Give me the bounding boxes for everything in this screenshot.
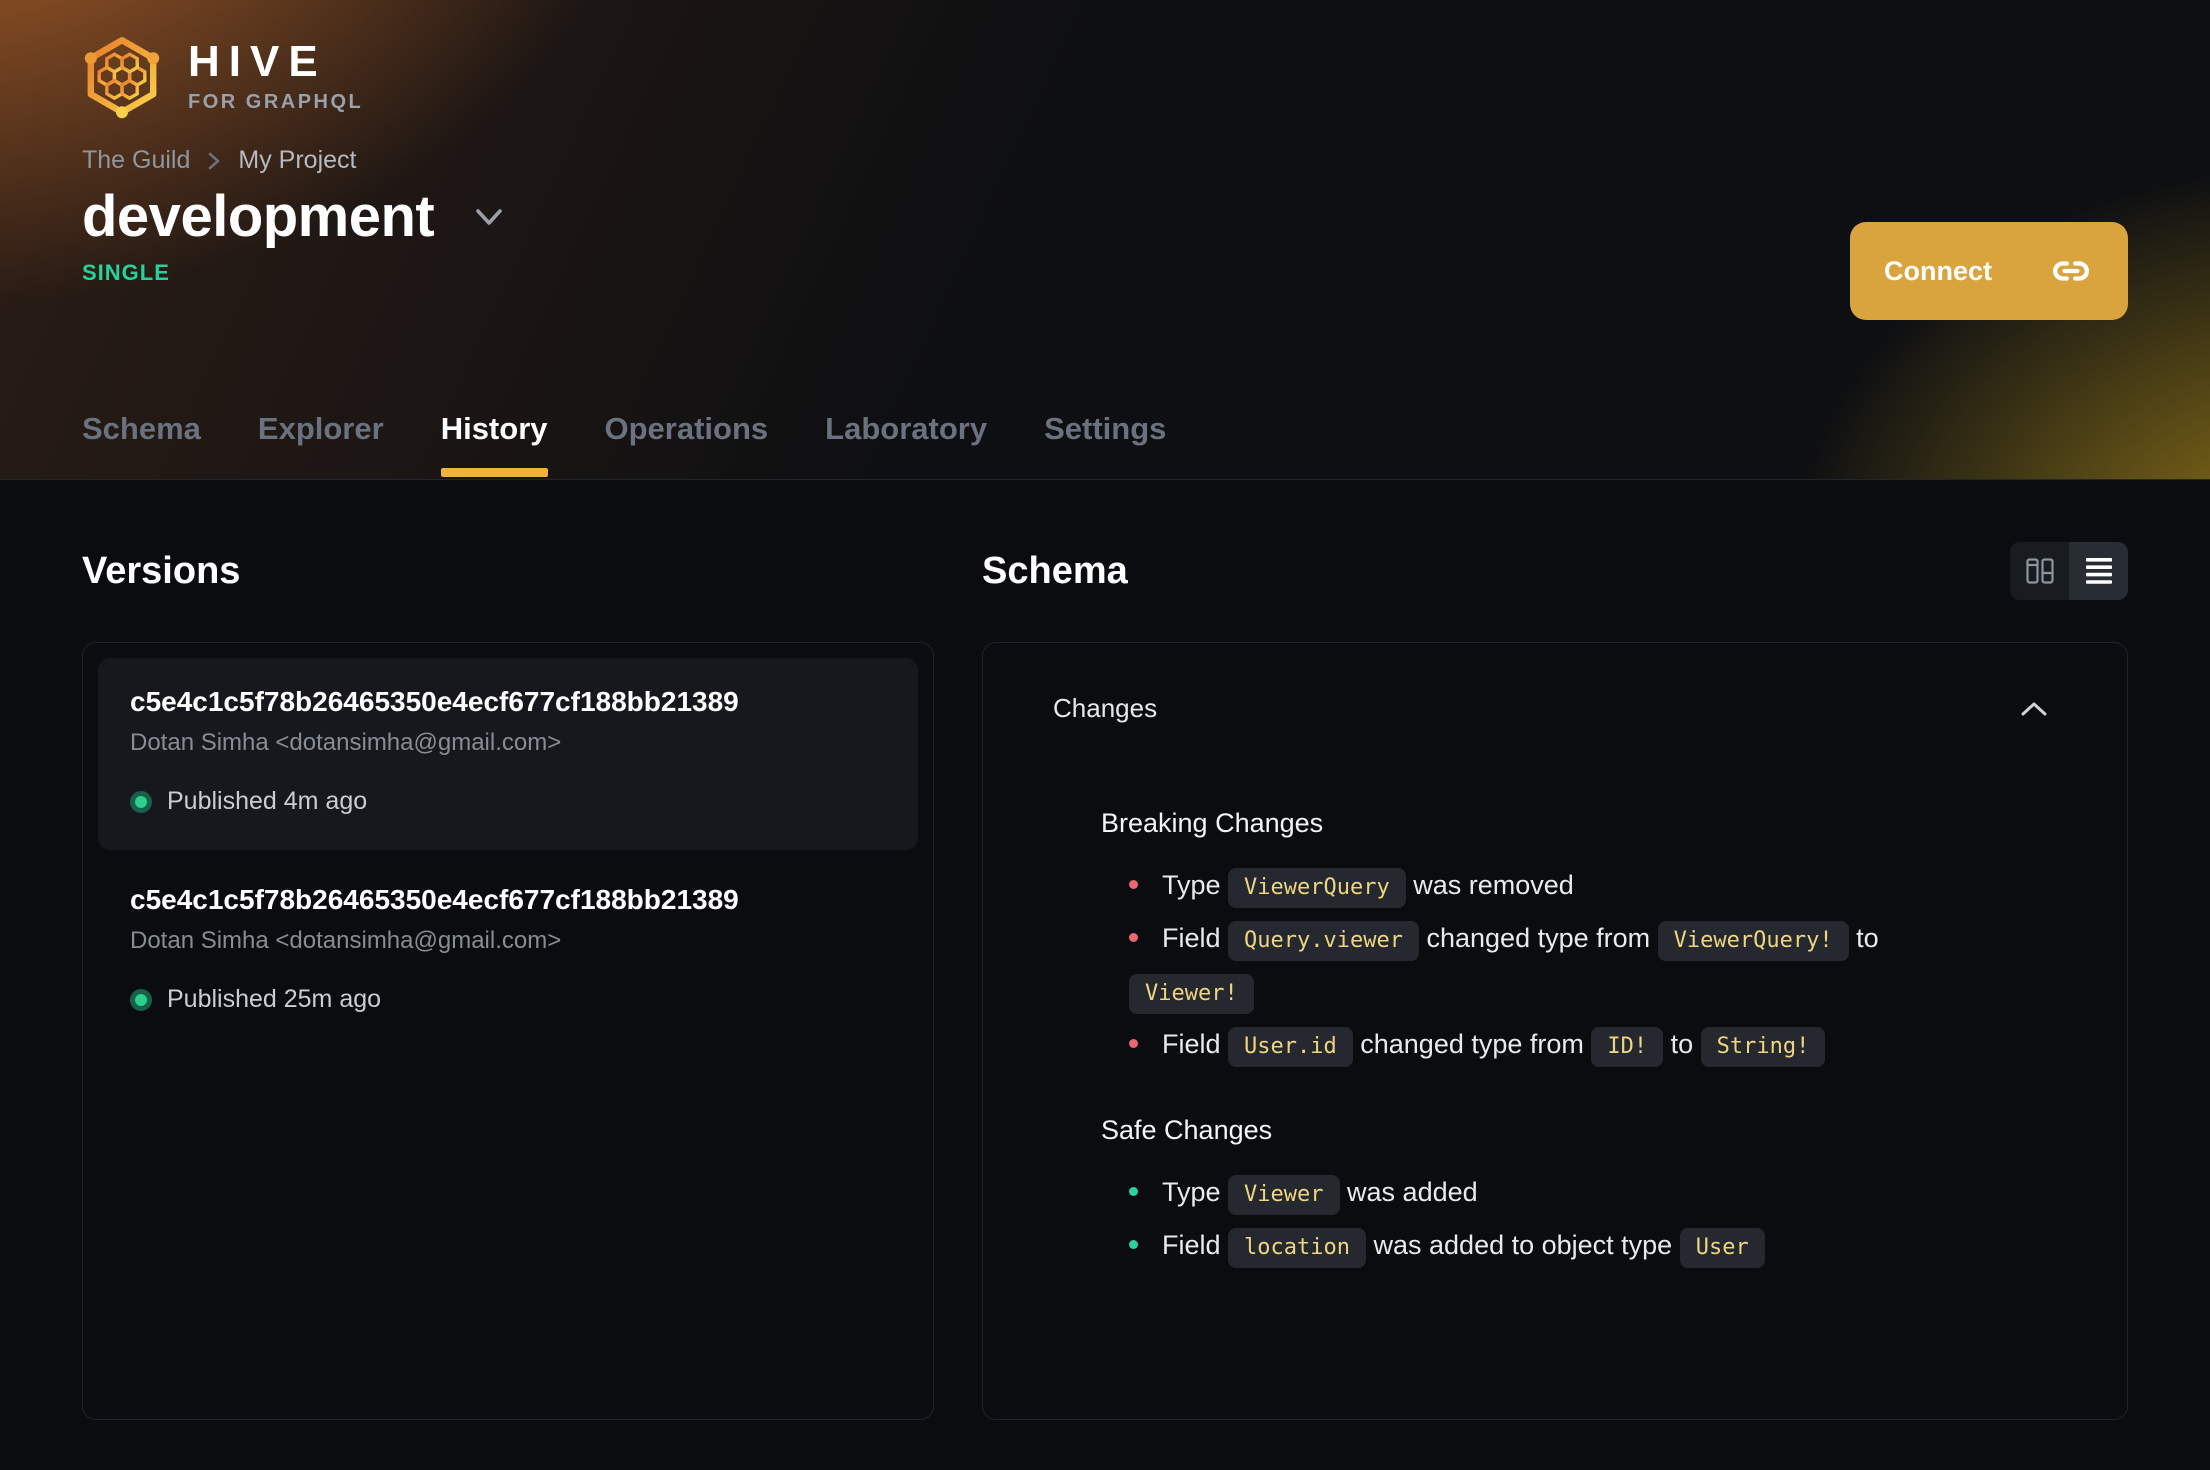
versions-panel: c5e4c1c5f78b26465350e4ecf677cf188bb21389…	[82, 642, 934, 1420]
code-chip: location	[1228, 1228, 1366, 1268]
green-dot-icon	[130, 790, 152, 813]
target-selector[interactable]: development	[82, 183, 2128, 250]
changes-header[interactable]: Changes	[1053, 693, 2049, 724]
change-item: Type ViewerQuery was removed	[1129, 859, 2001, 912]
brand-text: HIVE FOR GRAPHQL	[188, 40, 363, 114]
versions-heading: Versions	[82, 549, 241, 592]
breaking-changes-list: Type ViewerQuery was removed Field Query.…	[1101, 859, 2001, 1071]
safe-changes-list: Type Viewer was added Field location was …	[1101, 1166, 2001, 1272]
version-hash: c5e4c1c5f78b26465350e4ecf677cf188bb21389	[130, 686, 739, 717]
schema-heading: Schema	[982, 549, 1128, 592]
bullet-icon	[1129, 880, 1138, 890]
breadcrumb-project[interactable]: My Project	[238, 146, 356, 175]
safe-changes-section: Safe Changes Type Viewer was added Field l…	[1101, 1115, 2049, 1272]
brand-name: HIVE	[188, 37, 327, 86]
changes-label: Changes	[1053, 693, 1158, 723]
link-icon	[2053, 261, 2089, 281]
breadcrumb: The Guild My Project	[82, 146, 2128, 175]
split-view-button[interactable]	[2010, 542, 2069, 600]
tab-bar: Schema Explorer History Operations Laborator…	[82, 411, 1166, 479]
code-chip: User.id	[1228, 1027, 1353, 1067]
code-chip: User	[1679, 1228, 1765, 1268]
change-item: Field User.id changed type from ID! to S…	[1129, 1018, 2001, 1071]
version-card[interactable]: c5e4c1c5f78b26465350e4ecf677cf188bb21389…	[98, 658, 918, 850]
breadcrumb-org[interactable]: The Guild	[82, 146, 190, 175]
change-item: Field Query.viewer changed type from Vie…	[1129, 912, 2001, 1018]
version-status: Published 4m ago	[130, 787, 886, 816]
list-icon	[2085, 558, 2112, 584]
columns-icon	[2025, 558, 2054, 584]
connect-button[interactable]: Connect	[1850, 222, 2128, 320]
chevron-right-icon	[209, 152, 220, 169]
green-dot-icon	[130, 988, 152, 1011]
main-content: Versions Schema c5e4c1c5f78b26465350e4ec…	[0, 480, 2210, 1420]
header: HIVE FOR GRAPHQL The Guild My Project de…	[0, 0, 2210, 480]
section-headings: Versions Schema	[82, 542, 2128, 600]
hive-hexagon-logo-icon	[84, 37, 160, 119]
version-author: Dotan Simha <dotansimha@gmail.com>	[130, 729, 562, 756]
version-card[interactable]: c5e4c1c5f78b26465350e4ecf677cf188bb21389…	[98, 856, 918, 1048]
chevron-down-icon[interactable]	[472, 205, 506, 229]
tab-schema[interactable]: Schema	[82, 411, 201, 479]
change-item: Field location was added to object type …	[1129, 1219, 2001, 1272]
bullet-icon	[1129, 1039, 1138, 1049]
page-title: development	[82, 184, 435, 249]
code-chip: Query.viewer	[1228, 921, 1419, 961]
bullet-icon	[1129, 1240, 1138, 1250]
changes-list: Breaking Changes Type ViewerQuery was rem…	[1053, 808, 2049, 1272]
target-type-badge: SINGLE	[82, 260, 170, 285]
code-chip: ViewerQuery	[1228, 868, 1406, 908]
tab-settings[interactable]: Settings	[1044, 411, 1166, 479]
code-chip: ViewerQuery!	[1657, 921, 1849, 961]
breaking-changes-title: Breaking Changes	[1101, 808, 1324, 838]
code-chip: Viewer	[1228, 1175, 1340, 1215]
tab-operations[interactable]: Operations	[605, 411, 769, 479]
change-item: Type Viewer was added	[1129, 1166, 2001, 1219]
view-toggle	[2010, 542, 2128, 600]
tab-history[interactable]: History	[440, 411, 548, 479]
code-chip: String!	[1700, 1027, 1826, 1067]
version-status-text: Published 25m ago	[167, 985, 382, 1013]
safe-changes-title: Safe Changes	[1101, 1115, 1273, 1145]
version-hash: c5e4c1c5f78b26465350e4ecf677cf188bb21389	[130, 884, 739, 915]
logo: HIVE FOR GRAPHQL	[82, 0, 2128, 120]
code-chip: Viewer!	[1129, 974, 1254, 1014]
chevron-up-icon[interactable]	[2019, 700, 2049, 718]
bullet-icon	[1129, 1187, 1138, 1197]
version-status: Published 25m ago	[130, 985, 886, 1014]
connect-label: Connect	[1884, 255, 1992, 286]
brand-tagline: FOR GRAPHQL	[188, 91, 364, 113]
schema-panel: Changes Breaking Changes Type ViewerQuery…	[982, 642, 2128, 1420]
version-author: Dotan Simha <dotansimha@gmail.com>	[130, 927, 562, 954]
panels: c5e4c1c5f78b26465350e4ecf677cf188bb21389…	[82, 642, 2128, 1420]
list-view-button[interactable]	[2069, 542, 2128, 600]
version-status-text: Published 4m ago	[167, 787, 368, 815]
code-chip: ID!	[1591, 1027, 1664, 1067]
tab-laboratory[interactable]: Laboratory	[825, 411, 987, 479]
bullet-icon	[1129, 933, 1138, 943]
breaking-changes-section: Breaking Changes Type ViewerQuery was rem…	[1101, 808, 2049, 1071]
tab-explorer[interactable]: Explorer	[258, 411, 384, 479]
